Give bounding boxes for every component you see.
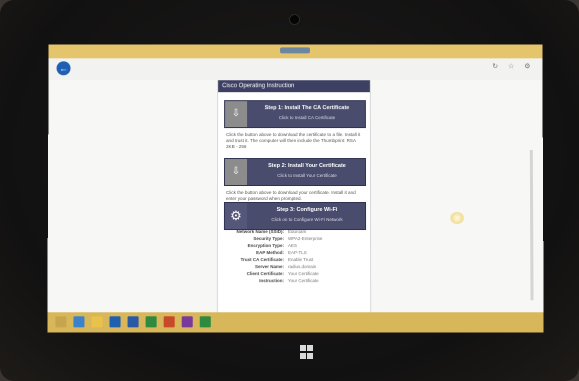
- step1-title: Step 1: Install The CA Certificate: [264, 105, 350, 112]
- settings-row: Instruction: Your Certificate: [259, 278, 319, 284]
- file-explorer-icon[interactable]: [91, 316, 103, 328]
- settings-row: Trust CA Certificate: Enable Trust: [240, 257, 314, 263]
- start-icon[interactable]: [55, 316, 67, 328]
- step3-title: Step 3: Configure Wi-Fi: [276, 207, 338, 214]
- browser-tools[interactable]: ↻ ☆ ⚙: [492, 62, 534, 70]
- settings-row: EAP Method: EAP-TLS: [256, 250, 307, 256]
- excel-icon[interactable]: [145, 316, 157, 328]
- settings-row: Encryption Type: AES: [247, 243, 298, 249]
- step1-subtitle: Click to Install CA Certificate: [278, 115, 336, 121]
- step2-button[interactable]: ⇩ Step 2: Install Your Certificate Click…: [224, 158, 366, 187]
- back-arrow-icon[interactable]: ←: [56, 61, 71, 76]
- powerpoint-icon[interactable]: [163, 316, 175, 328]
- front-camera: [289, 14, 300, 25]
- step1-instructions: Click the button above to download the c…: [226, 132, 361, 150]
- step2-title: Step 2: Install Your Certificate: [268, 163, 346, 170]
- page-title: Cisco Operating Instruction: [218, 80, 370, 93]
- ie-icon[interactable]: [73, 316, 85, 328]
- word-icon[interactable]: [127, 316, 139, 328]
- download-icon: ⇩: [225, 101, 248, 128]
- tab-indicator: [280, 47, 310, 54]
- taskbar: [47, 312, 544, 333]
- outlook-icon[interactable]: [109, 316, 121, 328]
- content-column: Cisco Operating Instruction ⇩ Step 1: In…: [216, 80, 372, 313]
- browser-tab-strip: [48, 44, 543, 59]
- settings-row: Security Type: WPA2-Enterprise: [253, 236, 323, 242]
- step2-subtitle: Click to Install Your Certificate: [277, 173, 337, 179]
- light-reflection: [450, 212, 465, 225]
- windows-logo-icon[interactable]: [300, 345, 314, 359]
- tablet-screen: ← ↻ ☆ ⚙ Cisco Operating Instruction ⇩ St…: [47, 44, 544, 333]
- onenote-icon[interactable]: [181, 316, 193, 328]
- download-icon: ⇩: [225, 159, 248, 186]
- url-field[interactable]: [78, 63, 337, 74]
- tablet-bezel: ← ↻ ☆ ⚙ Cisco Operating Instruction ⇩ St…: [0, 0, 579, 381]
- gear-icon: ⚙: [224, 203, 247, 230]
- step2-instructions: Click the button above to download your …: [225, 189, 356, 202]
- publisher-icon[interactable]: [199, 316, 211, 328]
- settings-row: Network Name (SSID): Eduroam: [236, 229, 307, 235]
- web-page: Cisco Operating Instruction ⇩ Step 1: In…: [47, 80, 544, 313]
- step1-button[interactable]: ⇩ Step 1: Install The CA Certificate Cli…: [224, 100, 366, 129]
- settings-row: Client Certificate: Your Certificate: [246, 271, 319, 277]
- wifi-settings-list: Network Name (SSID): Eduroam Security Typ…: [224, 228, 364, 284]
- step3-subtitle: Click on to Configure Wi-Fi Network: [271, 217, 343, 223]
- settings-row: Server Name: radius.domain: [254, 264, 317, 270]
- page-scrollbar[interactable]: [529, 150, 534, 301]
- step3-button[interactable]: ⚙ Step 3: Configure Wi-Fi Click on to Co…: [223, 202, 367, 231]
- address-bar[interactable]: ← ↻ ☆ ⚙: [48, 58, 543, 82]
